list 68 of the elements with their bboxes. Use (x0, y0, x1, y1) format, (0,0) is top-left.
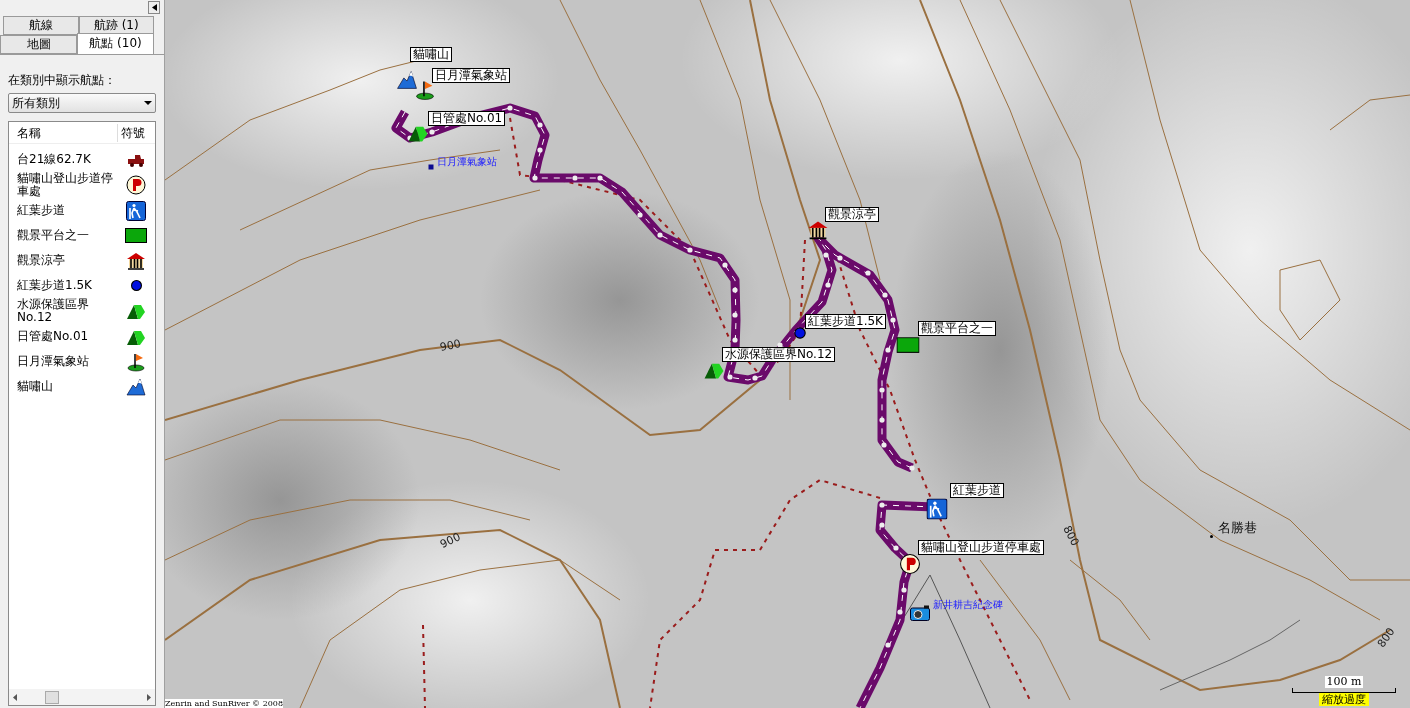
place-label: 名勝巷 (1218, 520, 1257, 535)
mountain-icon (396, 69, 418, 91)
collapse-button[interactable] (148, 1, 160, 14)
waypoint-label: 日管處No.01 (428, 111, 506, 126)
contour-label: 900 (439, 337, 462, 355)
waypoint-label: 紅葉步道 (950, 483, 1004, 498)
dot-icon (794, 327, 806, 339)
tab[interactable]: 航線 (3, 16, 79, 35)
pavilion-icon (807, 219, 829, 241)
parking-icon (126, 175, 146, 195)
list-row[interactable]: 貓嘯山登山步道停車處 (9, 172, 155, 198)
list-row[interactable]: 日管處No.01 (9, 324, 155, 349)
waypoint-label: 觀景涼亭 (825, 207, 879, 222)
parking-icon (899, 553, 921, 575)
list-row[interactable]: 水源保護區界No.12 (9, 298, 155, 324)
contour-label: 900 (438, 531, 463, 551)
waypoint-name: 貓嘯山 (17, 380, 54, 393)
list-row[interactable]: 觀景平台之一 (9, 223, 155, 248)
waypoint-name: 水源保護區界No.12 (17, 298, 90, 324)
waypoint-label: 水源保護區界No.12 (722, 347, 836, 362)
landmark-label: 日月潭氣象站 (437, 156, 497, 168)
scale-distance: 100 m (1324, 676, 1364, 688)
category-dropdown[interactable]: 所有類別 (8, 93, 156, 113)
dropdown-arrow-icon (144, 101, 152, 105)
waypoint-name: 日月潭氣象站 (17, 355, 90, 368)
waypoint-name: 紅葉步道 (17, 204, 66, 217)
hiker-icon (926, 498, 948, 520)
waypoint-name: 台21線62.7K (17, 153, 92, 166)
rectangle-icon (896, 337, 920, 353)
hiker-icon (126, 200, 146, 221)
flag-icon (414, 79, 436, 101)
mountain-icon (126, 376, 146, 397)
left-arrow-icon (151, 4, 157, 11)
list-row[interactable]: 日月潭氣象站 (9, 349, 155, 374)
filter-label: 在類別中顯示航點： (8, 72, 117, 89)
list-row[interactable]: 貓嘯山 (9, 374, 155, 399)
zoom-warning: 縮放過度 (1319, 693, 1369, 706)
left-arrow-icon (13, 693, 17, 701)
camera-icon (910, 605, 930, 621)
waypoint-name: 觀景涼亭 (17, 254, 66, 267)
list-row[interactable]: 觀景涼亭 (9, 248, 155, 273)
flag-icon (126, 351, 146, 372)
waypoint-name: 觀景平台之一 (17, 229, 90, 242)
landmark-label: 新井耕吉紀念碑 (933, 599, 1003, 611)
pavilion-icon (126, 250, 146, 271)
waypoint-label: 貓嘯山 (410, 47, 452, 62)
dot-icon (130, 280, 142, 291)
horizontal-scrollbar[interactable] (9, 689, 155, 705)
scrollbar-thumb[interactable] (45, 690, 59, 704)
waypoint-name: 日管處No.01 (17, 330, 90, 343)
waypoint-label: 觀景平台之一 (918, 321, 996, 336)
waypoint-name: 貓嘯山登山步道停車處 (17, 172, 114, 198)
copyright-text: Zenrin and SunRiver © 2008 (165, 699, 283, 708)
square-icon (428, 164, 434, 170)
column-header[interactable]: 符號 (117, 123, 155, 142)
contour-label: 800 (1060, 523, 1081, 549)
column-header[interactable]: 名稱 (9, 123, 117, 142)
waypoint-label: 紅葉步道1.5K (805, 314, 886, 329)
waypoint-label: 貓嘯山登山步道停車處 (918, 540, 1044, 555)
list-row[interactable]: 台21線62.7K (9, 147, 155, 172)
waypoint-label: 日月潭氣象站 (432, 68, 510, 83)
rectangle-icon (125, 228, 147, 243)
tab[interactable]: 地圖 (0, 35, 77, 54)
list-row[interactable]: 紅葉步道 (9, 198, 155, 223)
tab[interactable]: 航點 (10) (77, 33, 154, 54)
right-arrow-icon (147, 693, 151, 701)
list-row[interactable]: 紅葉步道1.5K (9, 273, 155, 298)
waypoint-name: 紅葉步道1.5K (17, 279, 93, 292)
